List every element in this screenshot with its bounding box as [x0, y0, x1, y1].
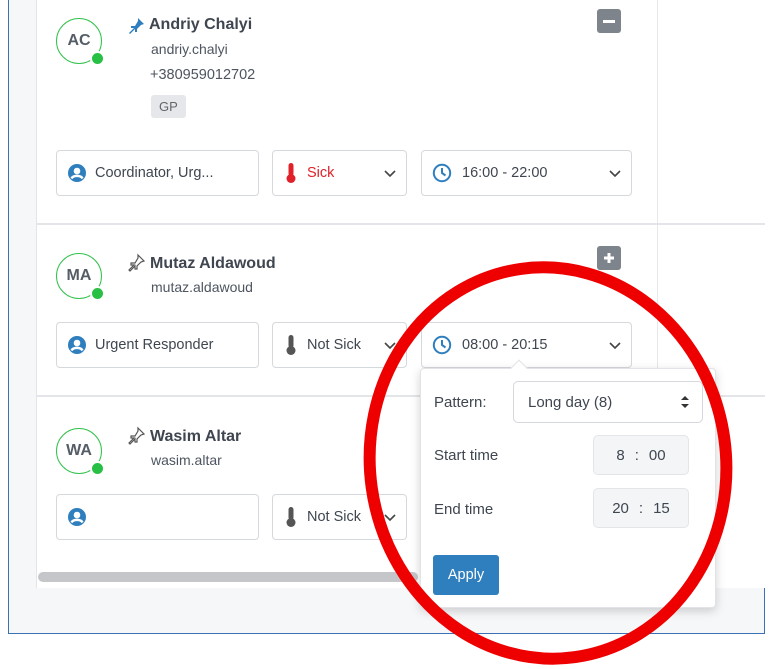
sick-status-value: Not Sick — [307, 509, 361, 525]
pin-outline-icon[interactable] — [126, 426, 146, 446]
horizontal-scrollbar[interactable] — [38, 572, 418, 582]
sick-status-select[interactable]: Not Sick — [272, 494, 407, 540]
thermometer-icon — [286, 507, 296, 527]
user-circle-icon — [68, 508, 86, 526]
expand-button[interactable] — [597, 246, 621, 270]
chevron-down-icon — [384, 342, 396, 350]
chevron-down-icon — [384, 514, 396, 522]
thermometer-icon — [286, 335, 296, 355]
end-hour[interactable]: 20 — [612, 500, 629, 517]
role-value: Urgent Responder — [95, 337, 214, 353]
shift-time-value: 16:00 - 22:00 — [462, 165, 548, 181]
sick-status-select[interactable]: Not Sick — [272, 322, 407, 368]
avatar[interactable]: WA — [56, 428, 105, 476]
staff-username: wasim.altar — [151, 452, 222, 468]
start-time-label: Start time — [434, 447, 499, 464]
thermometer-icon — [286, 163, 296, 183]
shift-time-value: 08:00 - 20:15 — [462, 337, 548, 353]
online-status-dot — [90, 51, 105, 66]
start-minute[interactable]: 00 — [649, 447, 666, 464]
sick-status-value: Not Sick — [307, 337, 361, 353]
end-time-input[interactable]: 20 : 15 — [593, 488, 689, 528]
pattern-label: Pattern: — [434, 394, 487, 411]
start-hour[interactable]: 8 — [616, 447, 624, 464]
online-status-dot — [90, 286, 105, 301]
user-circle-icon — [68, 164, 86, 182]
staff-name: Andriy Chalyi — [149, 16, 253, 33]
chevron-down-icon — [609, 342, 621, 350]
select-updown-icon — [681, 396, 689, 408]
avatar-initials: WA — [66, 442, 92, 459]
staff-name: Wasim Altar — [150, 428, 242, 445]
start-time-input[interactable]: 8 : 00 — [593, 435, 689, 475]
apply-button[interactable]: Apply — [433, 555, 499, 595]
staff-username: andriy.chalyi — [151, 41, 228, 57]
role-select[interactable] — [56, 494, 259, 540]
sick-status-value: Sick — [307, 165, 335, 181]
pin-filled-icon[interactable] — [126, 16, 146, 36]
shift-time-popover: Pattern: Long day (8) Start time 8 : 00 … — [420, 359, 716, 608]
avatar-initials: MA — [66, 267, 92, 284]
staff-username: mutaz.aldawoud — [151, 279, 253, 295]
role-select[interactable]: Urgent Responder — [56, 322, 259, 368]
specialty-tag: GP — [151, 95, 186, 118]
sick-status-select[interactable]: Sick — [272, 150, 407, 196]
pin-outline-icon[interactable] — [126, 253, 146, 273]
avatar-initials: AC — [67, 32, 91, 49]
chevron-down-icon — [609, 170, 621, 178]
pattern-value: Long day (8) — [528, 393, 613, 411]
avatar[interactable]: MA — [56, 253, 105, 301]
role-select[interactable]: Coordinator, Urg... — [56, 150, 259, 196]
end-time-label: End time — [434, 501, 494, 518]
staff-phone: +380959012702 — [150, 67, 256, 83]
clock-icon — [432, 335, 452, 355]
clock-icon — [432, 163, 452, 183]
role-value: Coordinator, Urg... — [95, 165, 214, 181]
shift-time-select[interactable]: 08:00 - 20:15 — [421, 322, 632, 368]
online-status-dot — [90, 461, 105, 476]
end-minute[interactable]: 15 — [653, 500, 670, 517]
minus-icon — [603, 19, 615, 23]
collapse-button[interactable] — [597, 9, 621, 33]
shift-time-select[interactable]: 16:00 - 22:00 — [421, 150, 632, 196]
staff-name: Mutaz Aldawoud — [150, 255, 276, 272]
pattern-select[interactable]: Long day (8) — [513, 381, 703, 423]
user-circle-icon — [68, 336, 86, 354]
plus-icon — [604, 253, 614, 263]
chevron-down-icon — [384, 170, 396, 178]
avatar[interactable]: AC — [56, 18, 105, 66]
